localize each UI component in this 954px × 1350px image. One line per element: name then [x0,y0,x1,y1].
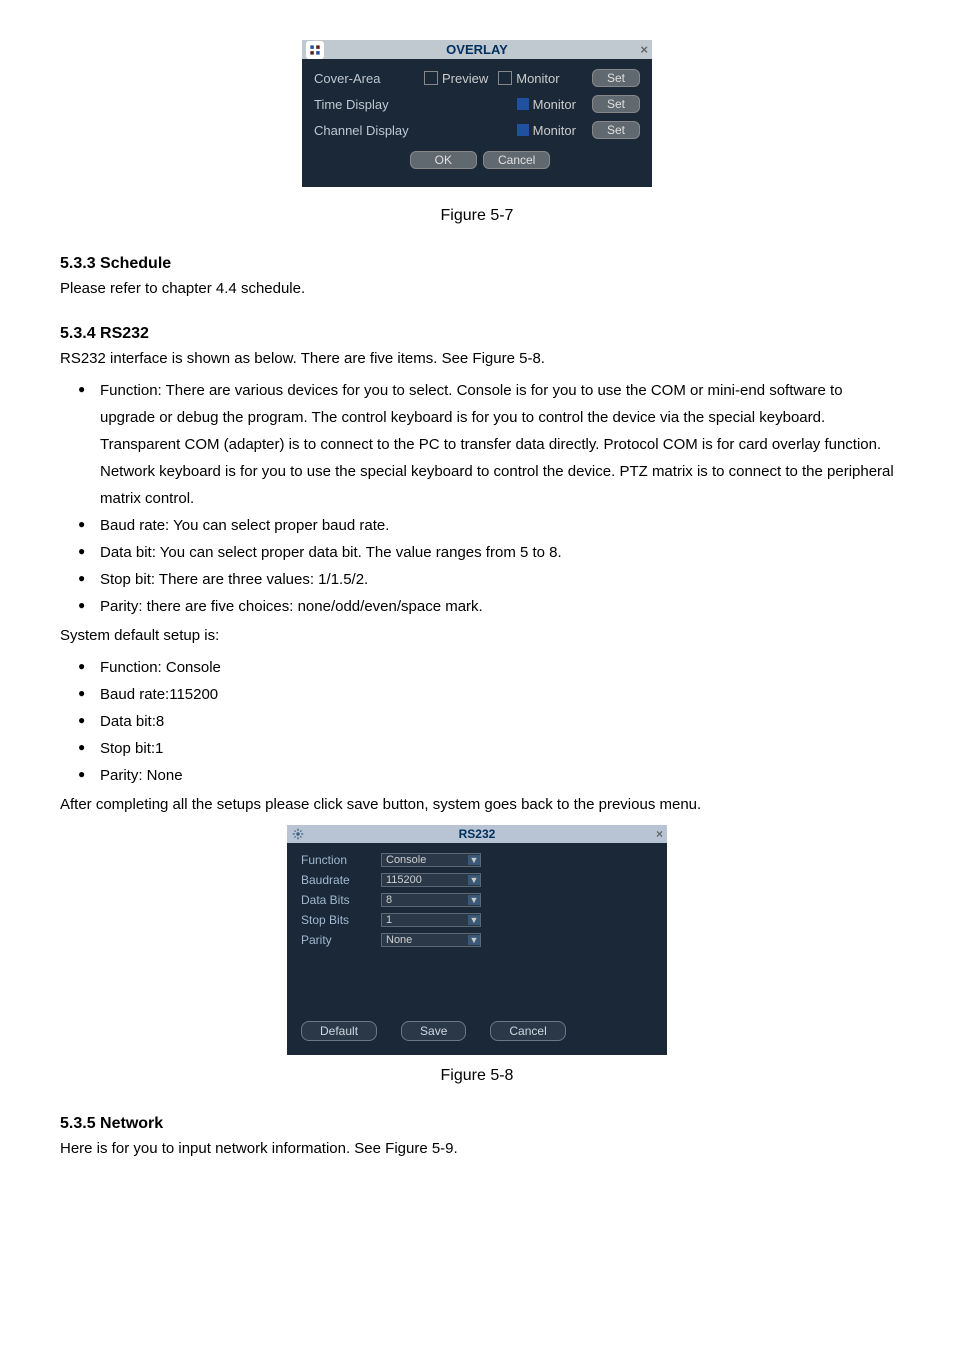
monitor-label-3: Monitor [533,123,576,138]
figure-5-8-caption: Figure 5-8 [60,1067,894,1085]
baudrate-select[interactable]: 115200▼ [381,873,481,887]
section-5-3-3-text: Please refer to chapter 4.4 schedule. [60,277,894,301]
list-item: Stop bit:1 [78,735,894,762]
chevron-down-icon: ▼ [468,875,480,885]
list-item: Parity: None [78,762,894,789]
preview-checkbox[interactable] [424,71,438,85]
list-item: Stop bit: There are three values: 1/1.5/… [78,566,894,593]
chevron-down-icon: ▼ [468,915,480,925]
after-defaults-text: After completing all the setups please c… [60,793,894,817]
preview-label: Preview [442,71,488,86]
overlay-dialog: OVERLAY × Cover-Area Preview Monitor Set… [302,40,652,187]
databits-label: Data Bits [301,893,381,907]
cover-area-set-button[interactable]: Set [592,69,640,87]
close-icon[interactable]: × [656,827,663,841]
list-item: Function: Console [78,654,894,681]
save-button[interactable]: Save [401,1021,466,1041]
rs232-dialog: RS232 × Function Console▼ Baudrate 11520… [287,825,667,1055]
time-monitor-checkbox[interactable] [517,98,529,110]
section-5-3-5-text: Here is for you to input network informa… [60,1137,894,1161]
overlay-title: OVERLAY [446,42,508,57]
section-5-3-4-heading: 5.3.4 RS232 [60,325,894,343]
close-icon[interactable]: × [640,42,648,57]
databits-select[interactable]: 8▼ [381,893,481,907]
chevron-down-icon: ▼ [468,895,480,905]
figure-5-7-caption: Figure 5-7 [60,207,894,225]
channel-monitor-checkbox[interactable] [517,124,529,136]
chevron-down-icon: ▼ [468,935,480,945]
time-set-button[interactable]: Set [592,95,640,113]
list-item: Data bit: You can select proper data bit… [78,539,894,566]
rs232-title-bar: RS232 × [287,825,667,843]
function-select[interactable]: Console▼ [381,853,481,867]
stopbits-label: Stop Bits [301,913,381,927]
cover-area-label: Cover-Area [314,71,424,86]
rs232-defaults-list: Function: Console Baud rate:115200 Data … [60,654,894,789]
section-5-3-4-intro: RS232 interface is shown as below. There… [60,347,894,371]
list-item: Data bit:8 [78,708,894,735]
cancel-button[interactable]: Cancel [490,1021,565,1041]
list-item: Parity: there are five choices: none/odd… [78,593,894,620]
section-5-3-3-heading: 5.3.3 Schedule [60,255,894,273]
default-button[interactable]: Default [301,1021,377,1041]
function-label: Function [301,853,381,867]
monitor-label-1: Monitor [516,71,559,86]
list-item: Baud rate:115200 [78,681,894,708]
overlay-ok-button[interactable]: OK [410,151,477,169]
list-item: Baud rate: You can select proper baud ra… [78,512,894,539]
channel-display-label: Channel Display [314,123,424,138]
monitor-checkbox-1[interactable] [498,71,512,85]
list-item: Function: There are various devices for … [78,377,894,512]
gear-icon [291,827,305,841]
time-display-label: Time Display [314,97,424,112]
baudrate-label: Baudrate [301,873,381,887]
parity-select[interactable]: None▼ [381,933,481,947]
stopbits-select[interactable]: 1▼ [381,913,481,927]
section-5-3-5-heading: 5.3.5 Network [60,1115,894,1133]
overlay-title-bar: OVERLAY × [302,40,652,59]
parity-label: Parity [301,933,381,947]
rs232-title: RS232 [459,827,496,841]
overlay-cancel-button[interactable]: Cancel [483,151,550,169]
chevron-down-icon: ▼ [468,855,480,865]
rs232-features-list: Function: There are various devices for … [60,377,894,620]
overlay-icon [306,41,324,59]
channel-set-button[interactable]: Set [592,121,640,139]
monitor-label-2: Monitor [533,97,576,112]
defaults-intro: System default setup is: [60,624,894,648]
